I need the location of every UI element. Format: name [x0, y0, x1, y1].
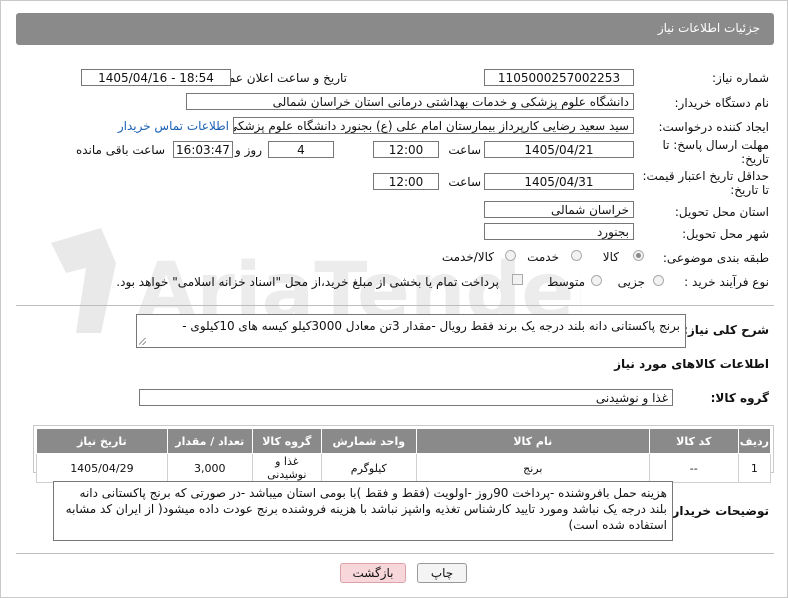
col-goods-group: گروه کالا	[251, 428, 322, 454]
treasury-payment-note: پرداخت تمام یا بخشی از مبلغ خرید،از محل …	[116, 275, 499, 289]
col-goods-name: نام کالا	[415, 428, 650, 454]
footer-divider	[16, 553, 774, 554]
reply-time-label: ساعت	[448, 143, 481, 157]
delivery-city-label: شهر محل تحویل:	[682, 227, 769, 241]
process-medium-label: متوسط	[547, 275, 585, 289]
resize-grip-icon[interactable]	[139, 338, 146, 345]
category-service-label: خدمت	[527, 250, 559, 264]
process-medium-radio[interactable]	[591, 275, 602, 286]
requester-field: سید سعید رضایی کارپرداز بیمارستان امام ع…	[233, 117, 634, 134]
page-frame: جزئیات اطلاعات نیاز AriaTender.neT شماره…	[0, 0, 788, 598]
process-partial-label: جزیی	[617, 275, 645, 289]
buyer-contact-link[interactable]: اطلاعات تماس خریدار	[118, 119, 229, 133]
goods-info-heading: اطلاعات کالاهای مورد نیاز	[614, 357, 769, 371]
process-type-label: نوع فرآیند خرید :	[684, 275, 769, 289]
table-header-row: ردیف کد کالا نام کالا واحد شمارش گروه کا…	[36, 428, 772, 454]
reply-days-field: 4	[268, 141, 334, 158]
buyer-notes-label: توضیحات خریدار:	[667, 504, 769, 518]
need-number-label: شماره نیاز:	[712, 71, 769, 85]
general-desc-label: شرح کلی نیاز:	[683, 323, 769, 337]
category-goods-label: کالا	[602, 250, 619, 264]
price-validity-label-date: تا تاریخ:	[730, 183, 769, 197]
col-row-number: ردیف	[737, 428, 772, 454]
reply-deadline-label: مهلت ارسال پاسخ: تا	[662, 138, 769, 152]
process-partial-radio[interactable]	[653, 275, 664, 286]
reply-time-field: 12:00	[373, 141, 439, 158]
buyer-org-field: دانشگاه علوم پزشکی و خدمات بهداشتی درمان…	[186, 93, 634, 110]
table-row: 1 -- برنج کیلوگرم غذا و نوشیدنی 3,000 14…	[36, 453, 772, 483]
reply-deadline-label-date: تاریخ:	[741, 152, 769, 166]
cell-goods-name: برنج	[415, 453, 650, 483]
watermark-emblem-icon	[51, 228, 116, 333]
page-title: جزئیات اطلاعات نیاز	[657, 21, 760, 35]
cell-quantity: 3,000	[166, 453, 253, 483]
requester-label: ایجاد کننده درخواست:	[658, 120, 769, 134]
print-button[interactable]: چاپ	[417, 563, 467, 583]
page-header: جزئیات اطلاعات نیاز	[16, 13, 774, 45]
buyer-notes-textarea[interactable]: هزینه حمل بافروشنده -پرداخت 90روز -اولوی…	[53, 481, 673, 541]
treasury-payment-checkbox[interactable]	[512, 274, 523, 285]
col-goods-code: کد کالا	[648, 428, 739, 454]
cell-row-number: 1	[737, 453, 772, 483]
price-validity-label: حداقل تاریخ اعتبار قیمت:	[642, 169, 769, 183]
cell-goods-group: غذا و نوشیدنی	[251, 453, 322, 483]
price-date-field: 1405/04/31	[484, 173, 634, 190]
buyer-org-label: نام دستگاه خریدار:	[674, 96, 770, 110]
col-need-date: تاریخ نیاز	[36, 428, 168, 454]
section-divider	[16, 305, 774, 306]
col-unit: واحد شمارش	[320, 428, 417, 454]
reply-date-field: 1405/04/21	[484, 141, 634, 158]
announce-datetime-field: 1405/04/16 - 18:54	[81, 69, 231, 86]
goods-group-label: گروه کالا:	[710, 391, 769, 405]
cell-need-date: 1405/04/29	[36, 453, 168, 483]
day-and-label: روز و	[235, 143, 262, 157]
general-desc-text: برنج پاکستانی دانه بلند درجه یک برند فقط…	[182, 319, 680, 333]
category-goods-service-radio[interactable]	[505, 250, 516, 261]
buyer-notes-text: هزینه حمل بافروشنده -پرداخت 90روز -اولوی…	[65, 486, 667, 532]
delivery-province-field: خراسان شمالی	[484, 201, 634, 218]
col-quantity: تعداد / مقدار	[166, 428, 253, 454]
category-service-radio[interactable]	[571, 250, 582, 261]
goods-table-container: ردیف کد کالا نام کالا واحد شمارش گروه کا…	[33, 425, 774, 483]
price-time-field: 12:00	[373, 173, 439, 190]
need-number-field: 1105000257002253	[484, 69, 634, 86]
remaining-label: ساعت باقی مانده	[75, 143, 165, 157]
price-time-label: ساعت	[448, 175, 481, 189]
delivery-city-field: بجنورد	[484, 223, 634, 240]
goods-group-field: غذا و نوشیدنی	[139, 389, 673, 406]
goods-table: ردیف کد کالا نام کالا واحد شمارش گروه کا…	[36, 428, 772, 483]
general-desc-textarea[interactable]: برنج پاکستانی دانه بلند درجه یک برند فقط…	[136, 314, 686, 348]
category-goods-radio[interactable]	[633, 250, 644, 261]
category-goods-service-label: کالا/خدمت	[441, 250, 494, 264]
cell-goods-code: --	[648, 453, 739, 483]
cell-unit: کیلوگرم	[320, 453, 417, 483]
remaining-time-field: 16:03:47	[173, 141, 233, 158]
delivery-province-label: استان محل تحویل:	[674, 205, 769, 219]
back-button[interactable]: بازگشت	[340, 563, 406, 583]
category-label: طبقه بندی موضوعی:	[662, 251, 769, 265]
